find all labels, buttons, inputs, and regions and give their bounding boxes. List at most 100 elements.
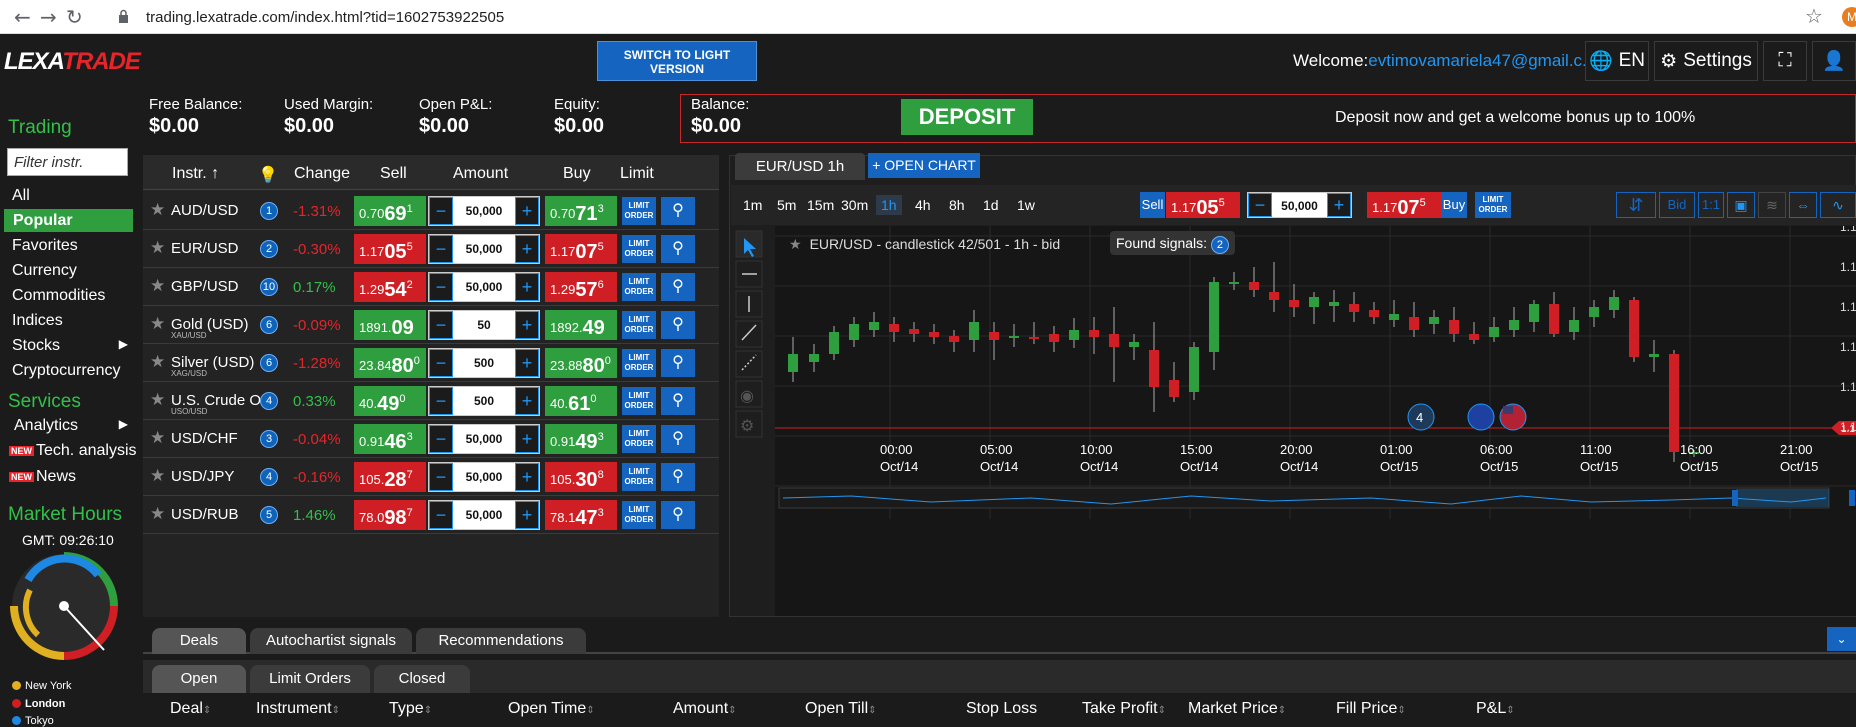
buy-price-button[interactable]: 40.610 [545, 386, 617, 416]
timeframe-4h[interactable]: 4h [915, 197, 931, 213]
plus-icon[interactable]: + [1327, 193, 1351, 217]
avatar[interactable]: M [1842, 7, 1856, 27]
buy-price-button[interactable]: 0.70713 [545, 196, 617, 226]
plus-icon[interactable]: + [515, 349, 539, 377]
col-stop-loss[interactable]: Stop Loss [966, 700, 1037, 718]
col-change[interactable]: Change [294, 165, 350, 183]
signals-badge[interactable]: 5 [260, 506, 278, 524]
minus-icon[interactable]: − [429, 501, 453, 529]
minus-icon[interactable]: − [429, 463, 453, 491]
col-deal[interactable]: Deal⇕ [170, 700, 211, 718]
line-chart-icon[interactable]: ∿ [1820, 192, 1856, 218]
indicator-icon[interactable]: ≋ [1758, 192, 1786, 218]
deposit-button[interactable]: DEPOSIT [901, 99, 1033, 135]
chart-buy-price[interactable]: 1.17075 [1367, 192, 1441, 219]
chart-sell-button[interactable]: Sell [1140, 192, 1165, 218]
timeframe-8h[interactable]: 8h [949, 197, 965, 213]
star-icon[interactable]: ★ [150, 276, 165, 296]
timeframe-1w[interactable]: 1w [1017, 197, 1035, 213]
amount-stepper[interactable]: −50 + [428, 310, 540, 340]
timeframe-15m[interactable]: 15m [807, 197, 834, 213]
star-icon[interactable]: ★ [150, 200, 165, 220]
sidebar-item-commodities[interactable]: Commodities [12, 287, 105, 305]
timeframe-5m[interactable]: 5m [777, 197, 796, 213]
minus-icon[interactable]: − [1248, 193, 1272, 217]
signals-badge[interactable]: 3 [260, 430, 278, 448]
amount-stepper[interactable]: −50,000 + [428, 500, 540, 530]
col-instr[interactable]: Instr. ↑ [172, 165, 219, 183]
col-open-time[interactable]: Open Time⇕ [508, 700, 595, 718]
star-icon[interactable]: ★ [150, 352, 165, 372]
limit-order-button[interactable]: LIMIT ORDER [622, 273, 656, 301]
forward-icon[interactable]: → [40, 5, 57, 29]
compare-icon[interactable]: ⇔ [1789, 192, 1817, 218]
plus-icon[interactable]: + [515, 311, 539, 339]
sidebar-item-tech-analysis[interactable]: NEW Tech. analysis [9, 442, 137, 460]
buy-price-button[interactable]: 1.17075 [545, 234, 617, 264]
layout-icon[interactable]: ▣ [1727, 192, 1755, 218]
col-type[interactable]: Type⇕ [389, 700, 432, 718]
signals-badge[interactable]: 10 [260, 278, 278, 296]
timeframe-1h[interactable]: 1h [876, 195, 902, 215]
signals-badge[interactable]: 2 [260, 240, 278, 258]
sidebar-item-stocks[interactable]: Stocks ▶ [12, 337, 132, 355]
col-market-price[interactable]: Market Price⇕ [1188, 700, 1286, 718]
limit-order-button[interactable]: LIMIT ORDER [622, 425, 656, 453]
chart-icon[interactable]: ⚲ [661, 311, 695, 339]
amount-stepper[interactable]: −500 + [428, 386, 540, 416]
plus-icon[interactable]: + [515, 463, 539, 491]
sell-price-button[interactable]: 0.70691 [354, 196, 426, 226]
subtab-closed[interactable]: Closed [374, 665, 470, 693]
user-icon[interactable]: 👤 [1812, 41, 1856, 81]
chart-icon[interactable]: ⚲ [661, 387, 695, 415]
found-signals[interactable]: Found signals: 2 [1110, 231, 1235, 255]
amount-stepper[interactable]: −50,000 + [428, 462, 540, 492]
buy-price-button[interactable]: 1.29576 [545, 272, 617, 302]
signals-bulb-icon[interactable]: 💡 [258, 165, 278, 185]
limit-order-button[interactable]: LIMIT ORDER [622, 349, 656, 377]
instrument-row[interactable]: ★ GBP/USD 10 0.17% 1.29542−50,000 +1.29576 LIM… [143, 268, 719, 306]
plus-icon[interactable]: + [515, 387, 539, 415]
sell-price-button[interactable]: 23.84800 [354, 348, 426, 378]
limit-order-button[interactable]: LIMIT ORDER [622, 235, 656, 263]
instrument-row[interactable]: ★ U.S. Crude O USO/USD 4 0.33% 40.490−500 +40.… [143, 382, 719, 420]
chart-icon[interactable]: ⚲ [661, 235, 695, 263]
signals-badge[interactable]: 6 [260, 354, 278, 372]
sidebar-item-favorites[interactable]: Favorites [12, 237, 78, 255]
open-chart-button[interactable]: + OPEN CHART [868, 153, 980, 178]
plus-icon[interactable]: + [515, 197, 539, 225]
star-icon[interactable]: ★ [150, 428, 165, 448]
user-email[interactable]: evtimovamariela47@gmail.c... [1368, 51, 1596, 70]
limit-order-button[interactable]: LIMIT ORDER [622, 387, 656, 415]
minus-icon[interactable]: − [429, 273, 453, 301]
buy-price-button[interactable]: 23.88800 [545, 348, 617, 378]
col-sell[interactable]: Sell [380, 165, 407, 183]
sidebar-item-popular[interactable]: Popular [4, 209, 133, 232]
col-amount[interactable]: Amount⇕ [673, 700, 737, 718]
switch-light-button[interactable]: SWITCH TO LIGHT VERSION [597, 41, 757, 81]
timeframe-1d[interactable]: 1d [983, 197, 999, 213]
instrument-row[interactable]: ★ USD/JPY 4 -0.16% 105.287−50,000 +105.308 LIM… [143, 458, 719, 496]
subtab-open[interactable]: Open [152, 665, 246, 693]
sidebar-item-all[interactable]: All [12, 187, 30, 205]
star-icon[interactable]: ★ [150, 314, 165, 334]
limit-order-button[interactable]: LIMIT ORDER [622, 311, 656, 339]
minus-icon[interactable]: − [429, 311, 453, 339]
sidebar-item-indices[interactable]: Indices [12, 312, 63, 330]
reload-icon[interactable]: ↻ [66, 5, 83, 29]
sell-price-button[interactable]: 1.17055 [354, 234, 426, 264]
col-take-profit[interactable]: Take Profit⇕ [1082, 700, 1166, 718]
amount-stepper[interactable]: −50,000 + [428, 424, 540, 454]
chart-type-icon[interactable]: ⇵ [1616, 192, 1656, 218]
chart-limit-order-button[interactable]: LIMIT ORDER [1475, 192, 1511, 218]
col-instrument[interactable]: Instrument⇕ [256, 700, 340, 718]
signals-badge[interactable]: 4 [260, 392, 278, 410]
filter-input[interactable]: Filter instr. [7, 148, 128, 176]
col-open-till[interactable]: Open Till⇕ [805, 700, 877, 718]
minus-icon[interactable]: − [429, 425, 453, 453]
minus-icon[interactable]: − [429, 349, 453, 377]
instrument-row[interactable]: ★ AUD/USD 1 -1.31% 0.70691−50,000 +0.70713 LIM… [143, 192, 719, 230]
signals-badge[interactable]: 4 [260, 468, 278, 486]
sell-price-button[interactable]: 105.287 [354, 462, 426, 492]
chart-icon[interactable]: ⚲ [661, 425, 695, 453]
